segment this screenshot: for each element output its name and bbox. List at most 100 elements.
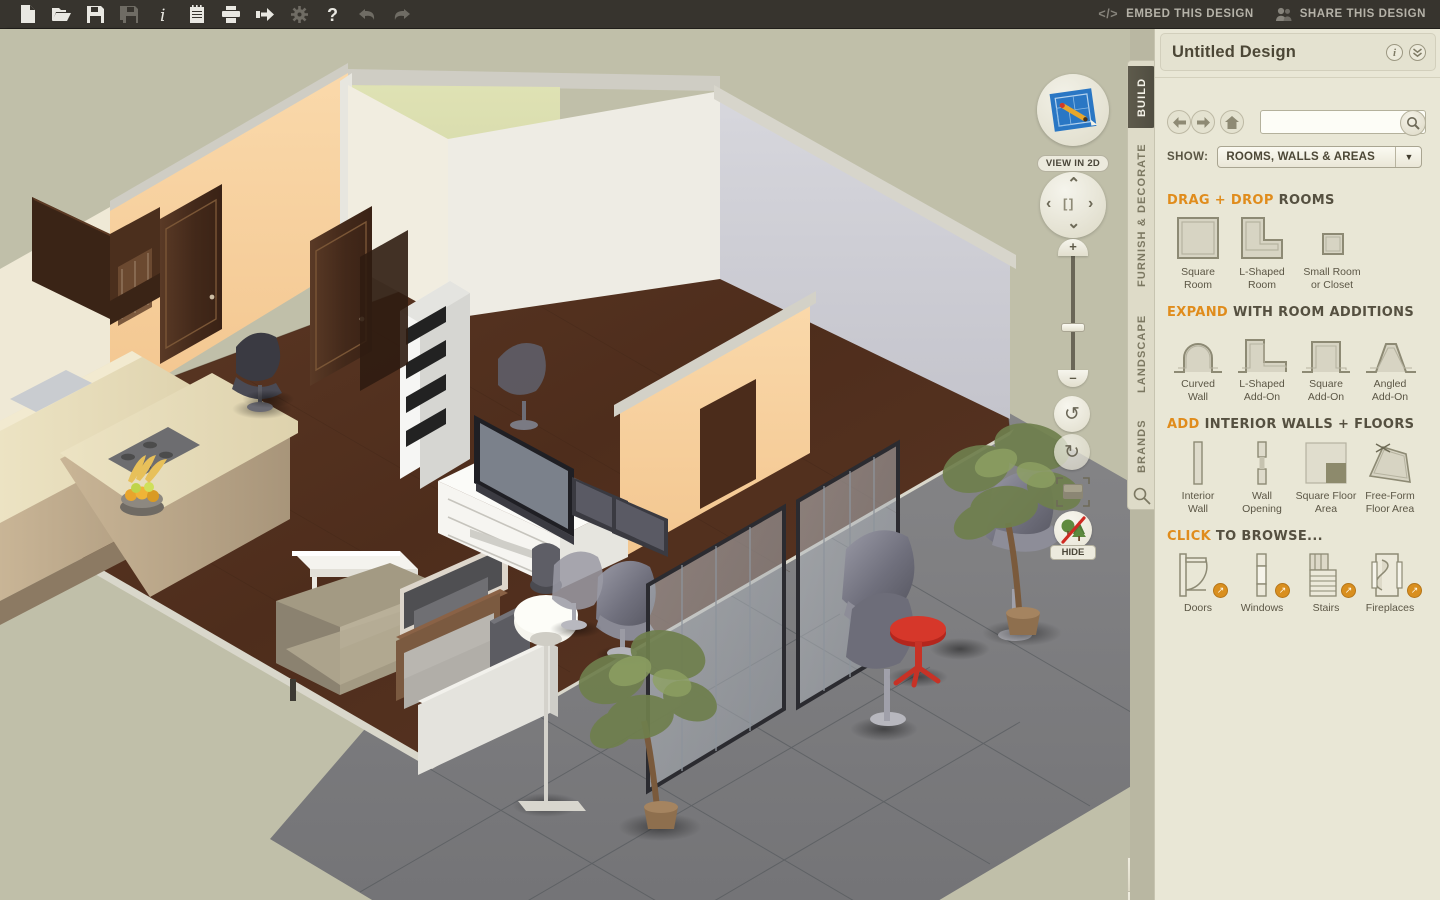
design-3d-viewport[interactable]: VIEW IN 2D ⌃ ⌄ ‹ › [ ] + – ↺ ↻ HIDE	[0, 29, 1130, 900]
notes-button[interactable]	[180, 1, 214, 28]
page-title: Untitled Design	[1172, 42, 1297, 61]
item-angled-addon[interactable]: Angled Add-On	[1358, 326, 1422, 403]
pan-up-button[interactable]: ⌃	[1067, 177, 1080, 193]
redo-icon	[394, 8, 410, 20]
info-button[interactable]: i	[146, 1, 180, 28]
help-button[interactable]: ?	[316, 1, 350, 28]
search-submit-button[interactable]	[1400, 110, 1426, 136]
item-small-room-closet[interactable]: Small Room or Closet	[1294, 214, 1370, 291]
item-windows[interactable]: ↗ Windows	[1230, 550, 1294, 615]
item-square-room[interactable]: Square Room	[1166, 214, 1230, 291]
print-icon	[222, 5, 240, 23]
new-file-button[interactable]	[10, 1, 44, 28]
square-addon-icon	[1294, 326, 1358, 374]
toolbar-button-group: i ?	[0, 1, 418, 28]
show-filter-row: SHOW: ROOMS, WALLS & AREAS ▼	[1167, 146, 1423, 168]
snapshot-frame-icon	[1056, 477, 1090, 507]
show-filter-select[interactable]: ROOMS, WALLS & AREAS ▼	[1217, 146, 1423, 168]
sidebar-item-build[interactable]: BUILD	[1128, 66, 1156, 128]
l-shaped-room-icon	[1230, 214, 1294, 262]
pan-down-button[interactable]: ⌄	[1067, 216, 1080, 232]
embed-design-label: EMBED THIS DESIGN	[1126, 8, 1254, 20]
search-icon	[1133, 487, 1151, 505]
nav-back-button[interactable]	[1167, 110, 1191, 134]
section-title-walls-highlight: ADD	[1167, 417, 1200, 432]
fireplace-icon: ↗	[1358, 550, 1422, 598]
section-title-additions-highlight: EXPAND	[1167, 305, 1229, 320]
view-in-2d-label[interactable]: VIEW IN 2D	[1037, 155, 1109, 172]
pan-direction-pad[interactable]: ⌃ ⌄ ‹ › [ ]	[1040, 172, 1106, 238]
sidebar-item-brands[interactable]: BRANDS	[1128, 413, 1156, 479]
settings-gear-icon	[290, 5, 308, 23]
item-label: L-Shaped Add-On	[1239, 378, 1285, 403]
item-l-shaped-addon[interactable]: L-Shaped Add-On	[1230, 326, 1294, 403]
rotate-counterclockwise-button[interactable]: ↺	[1054, 396, 1090, 432]
section-title-browse-highlight: CLICK	[1167, 529, 1212, 544]
panel-header: Untitled Design i	[1160, 33, 1436, 71]
embed-design-button[interactable]: </> EMBED THIS DESIGN	[1098, 7, 1253, 21]
recenter-button[interactable]: [ ]	[1063, 197, 1073, 210]
sidebar-item-furnish[interactable]: FURNISH & DECORATE	[1128, 135, 1156, 295]
zoom-out-button[interactable]: –	[1058, 370, 1088, 387]
panel-collapse-button[interactable]	[1409, 44, 1426, 61]
collapse-right-button[interactable]: »	[1127, 891, 1130, 900]
collapse-left-button[interactable]: «	[1127, 857, 1130, 891]
nav-home-button[interactable]	[1220, 110, 1244, 134]
share-design-button[interactable]: SHARE THIS DESIGN	[1275, 7, 1426, 21]
rotate-clockwise-button[interactable]: ↻	[1054, 434, 1090, 470]
new-file-icon	[20, 5, 35, 23]
nav-forward-button[interactable]	[1191, 110, 1215, 134]
snapshot-button[interactable]	[1056, 477, 1090, 507]
sidebar-item-landscape[interactable]: LANDSCAPE	[1128, 301, 1156, 407]
interior-wall-icon	[1166, 438, 1230, 486]
item-stairs[interactable]: ↗ Stairs	[1294, 550, 1358, 615]
item-curved-wall[interactable]: Curved Wall	[1166, 326, 1230, 403]
zoom-in-button[interactable]: +	[1058, 239, 1088, 256]
hide-vegetation-icon	[1061, 516, 1086, 544]
hide-plants-button[interactable]	[1054, 511, 1092, 549]
arrow-right-icon	[1196, 116, 1210, 128]
export-button[interactable]	[248, 1, 282, 28]
item-label: Small Room or Closet	[1303, 266, 1361, 291]
item-square-floor-area[interactable]: Square Floor Area	[1294, 438, 1358, 515]
section-title-browse-rest: TO BROWSE...	[1211, 529, 1323, 544]
notes-icon	[190, 5, 204, 23]
section-title-browse: CLICK TO BROWSE...	[1167, 529, 1433, 544]
save-button[interactable]	[78, 1, 112, 28]
undo-button	[350, 1, 384, 28]
section-title-additions: EXPAND WITH ROOM ADDITIONS	[1167, 305, 1433, 320]
item-free-form-floor-area[interactable]: Free-Form Floor Area	[1358, 438, 1422, 515]
item-label: Interior Wall	[1181, 490, 1215, 515]
panel-info-button[interactable]: i	[1386, 44, 1403, 61]
item-doors[interactable]: ↗ Doors	[1166, 550, 1230, 615]
item-interior-wall[interactable]: Interior Wall	[1166, 438, 1230, 515]
item-label: Doors	[1183, 602, 1212, 614]
chevron-down-icon[interactable]: ▼	[1395, 147, 1421, 167]
save-as-icon	[120, 5, 138, 23]
item-fireplaces[interactable]: ↗ Fireplaces	[1358, 550, 1422, 615]
share-people-icon	[1275, 7, 1292, 21]
print-button[interactable]	[214, 1, 248, 28]
item-label: L-Shaped Room	[1239, 266, 1285, 291]
zoom-slider-thumb[interactable]	[1061, 323, 1085, 332]
view-in-2d-control[interactable]: VIEW IN 2D	[1037, 74, 1109, 172]
item-square-addon[interactable]: Square Add-On	[1294, 326, 1358, 403]
hide-label[interactable]: HIDE	[1050, 545, 1096, 560]
item-wall-opening[interactable]: Wall Opening	[1230, 438, 1294, 515]
walls-item-grid: Interior Wall Wall Opening Square Floor Are…	[1163, 438, 1433, 515]
search-input[interactable]	[1266, 112, 1404, 132]
angled-addon-icon	[1358, 326, 1422, 374]
open-file-button[interactable]	[44, 1, 78, 28]
rail-search-button[interactable]	[1132, 486, 1152, 506]
panel-search-box[interactable]	[1260, 110, 1426, 136]
home-icon	[1225, 115, 1239, 129]
pan-right-button[interactable]: ›	[1088, 196, 1093, 212]
section-title-rooms: DRAG + DROP ROOMS	[1167, 193, 1433, 208]
floorplan-2d-icon	[1049, 88, 1098, 132]
pan-left-button[interactable]: ‹	[1046, 196, 1051, 212]
zoom-slider-track[interactable]	[1071, 253, 1075, 375]
item-l-shaped-room[interactable]: L-Shaped Room	[1230, 214, 1294, 291]
stairs-icon: ↗	[1294, 550, 1358, 598]
zoom-slider[interactable]: + –	[1057, 239, 1089, 387]
item-label: Fireplaces	[1365, 602, 1415, 614]
